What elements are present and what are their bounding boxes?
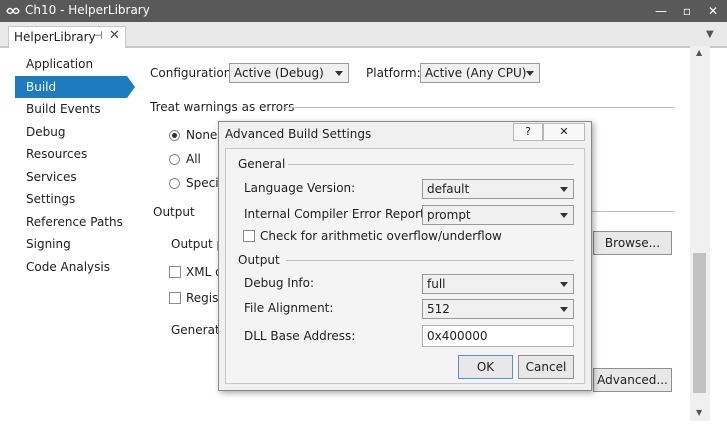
nav-item-signing[interactable]: Signing (26, 234, 126, 255)
platform-label: Platform: (366, 66, 421, 80)
language-version-label: Language Version: (244, 181, 356, 195)
chevron-down-icon (526, 71, 534, 76)
close-tab-icon[interactable]: ✕ (109, 28, 120, 43)
advanced-button[interactable]: Advanced... (593, 368, 672, 392)
dll-base-value: 0x400000 (427, 329, 488, 343)
document-tab-label: HelperLibrary (14, 30, 96, 44)
nav-item-settings[interactable]: Settings (26, 189, 126, 210)
pin-icon[interactable]: ⊣ (93, 29, 103, 42)
radio-all[interactable] (169, 154, 180, 165)
ice-reporting-value: prompt (427, 208, 471, 222)
help-icon[interactable]: ? (513, 123, 543, 141)
ok-button[interactable]: OK (458, 355, 513, 379)
restore-icon[interactable]: ▫ (678, 2, 696, 20)
output-divider (590, 211, 674, 212)
nav-item-reference-paths[interactable]: Reference Paths (26, 212, 126, 233)
advanced-build-settings-dialog: Advanced Build Settings ? ✕ General Lang… (218, 121, 592, 391)
title-bar: Ch10 - HelperLibrary — ▫ ✕ (0, 0, 727, 22)
vertical-scrollbar[interactable]: ▲ ▼ (690, 46, 710, 421)
scroll-down-icon[interactable]: ▼ (696, 408, 702, 417)
configuration-select[interactable]: Active (Debug) (229, 63, 349, 83)
file-alignment-select[interactable]: 512 (422, 299, 574, 319)
dll-base-label: DLL Base Address: (244, 329, 356, 343)
warnings-heading: Treat warnings as errors (150, 100, 295, 114)
general-divider (288, 164, 574, 165)
chevron-down-icon (560, 187, 568, 192)
platform-select[interactable]: Active (Any CPU) (420, 63, 540, 83)
document-tab[interactable]: HelperLibrary ⊣ ✕ (8, 26, 126, 48)
language-version-select[interactable]: default (422, 179, 574, 199)
file-alignment-value: 512 (427, 302, 450, 316)
chevron-down-icon (335, 71, 343, 76)
browse-button[interactable]: Browse... (593, 231, 672, 255)
chevron-down-icon (560, 307, 568, 312)
language-version-value: default (427, 182, 470, 196)
warnings-divider (282, 107, 674, 108)
scroll-up-icon[interactable]: ▲ (696, 48, 702, 57)
nav-item-services[interactable]: Services (26, 167, 126, 188)
general-heading: General (238, 157, 286, 171)
debug-info-value: full (427, 277, 446, 291)
scrollbar-thumb[interactable] (693, 253, 706, 393)
dll-base-input[interactable]: 0x400000 (422, 325, 574, 347)
nav-item-code-analysis[interactable]: Code Analysis (26, 257, 126, 278)
register-checkbox[interactable] (169, 292, 181, 304)
xml-checkbox[interactable] (169, 266, 181, 278)
dialog-output-divider (286, 260, 574, 261)
overflow-checkbox[interactable] (243, 230, 255, 242)
file-alignment-label: File Alignment: (244, 301, 334, 315)
radio-all-label: All (186, 152, 201, 166)
nav-item-resources[interactable]: Resources (26, 144, 126, 165)
debug-info-label: Debug Info: (244, 276, 315, 290)
close-icon[interactable]: ✕ (543, 123, 585, 141)
vs-logo-icon (6, 7, 20, 15)
nav-item-build-events[interactable]: Build Events (26, 99, 126, 120)
cancel-button[interactable]: Cancel (518, 355, 574, 379)
window-title: Ch10 - HelperLibrary (25, 3, 150, 17)
tab-overflow-icon[interactable]: ▼ (706, 29, 714, 40)
debug-info-select[interactable]: full (422, 274, 574, 294)
configuration-label: Configuration: (150, 66, 236, 80)
ice-reporting-label: Internal Compiler Error Reporting: (244, 207, 448, 221)
dialog-title: Advanced Build Settings (225, 127, 372, 141)
radio-none-label: None (186, 128, 218, 142)
close-window-icon[interactable]: ✕ (704, 2, 722, 20)
overflow-label: Check for arithmetic overflow/underflow (260, 229, 502, 243)
configuration-value: Active (Debug) (234, 66, 324, 80)
chevron-down-icon (560, 213, 568, 218)
nav-active-pointer (127, 76, 135, 98)
dialog-content: General Language Version: default Intern… (225, 148, 585, 384)
radio-none[interactable] (169, 130, 180, 141)
minimize-icon[interactable]: — (652, 2, 670, 20)
chevron-down-icon (560, 282, 568, 287)
ice-reporting-select[interactable]: prompt (422, 205, 574, 225)
nav-item-debug[interactable]: Debug (26, 122, 126, 143)
dialog-output-heading: Output (238, 253, 280, 267)
nav-item-application[interactable]: Application (26, 54, 126, 75)
platform-value: Active (Any CPU) (425, 66, 527, 80)
radio-specific[interactable] (169, 178, 180, 189)
output-heading: Output (153, 205, 195, 219)
nav-item-build[interactable]: Build (26, 77, 126, 98)
